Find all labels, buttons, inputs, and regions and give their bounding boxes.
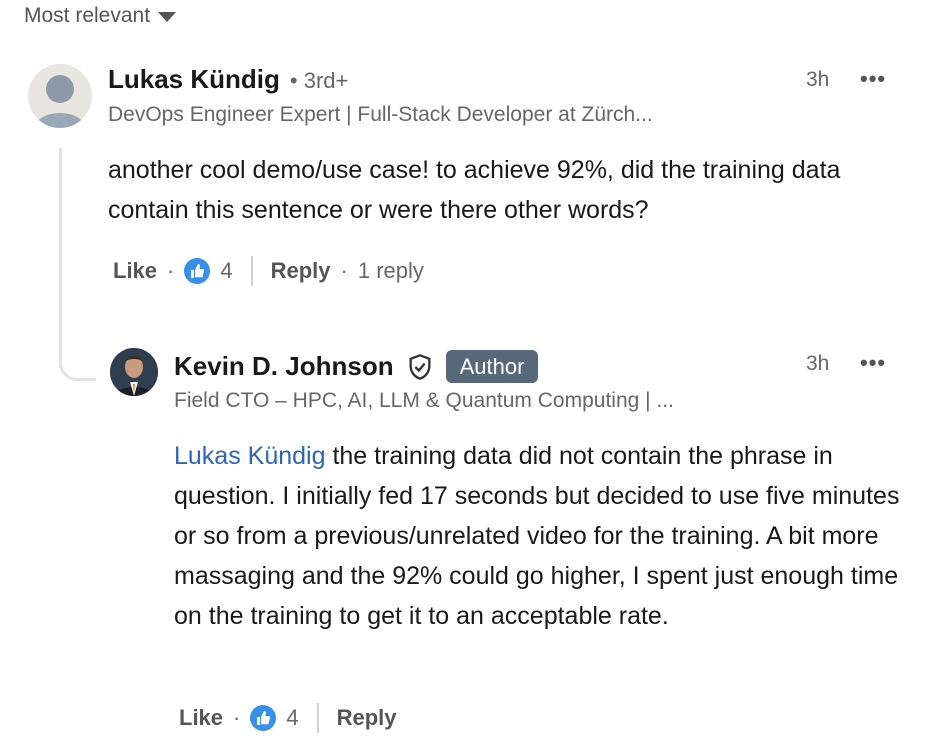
default-avatar-icon	[34, 75, 86, 128]
comment-timestamp: 3h	[806, 68, 830, 91]
reply-text: Lukas Kündig the training data did not c…	[174, 436, 904, 636]
more-icon[interactable]: •••	[860, 66, 886, 92]
chevron-down-icon	[158, 12, 177, 22]
author-headline: Field CTO – HPC, AI, LLM & Quantum Compu…	[174, 389, 674, 412]
avatar[interactable]	[28, 64, 92, 128]
sort-label: Most relevant	[24, 4, 151, 27]
separator-dot: ·	[340, 258, 348, 283]
mention-link[interactable]: Lukas Kündig	[174, 442, 326, 470]
author-name[interactable]: Lukas Kündig	[108, 64, 280, 95]
connection-degree: • 3rd+	[289, 68, 349, 93]
thumbs-up-icon[interactable]	[184, 258, 211, 284]
comment-header: Lukas Kündig • 3rd+	[108, 64, 348, 95]
comment-text: another cool demo/use case! to achieve 9…	[108, 156, 841, 224]
separator-dot: ·	[167, 258, 175, 283]
reaction-count[interactable]: 4	[220, 258, 232, 284]
divider	[316, 703, 319, 733]
author-name[interactable]: Kevin D. Johnson	[174, 351, 394, 382]
like-button[interactable]: Like	[179, 705, 223, 731]
thumbs-up-icon[interactable]	[250, 705, 277, 731]
like-button[interactable]: Like	[113, 258, 157, 284]
reply-body: the training data did not contain the ph…	[174, 442, 900, 630]
reply-actions: Like · 4 Reply	[179, 703, 397, 733]
thread-line	[59, 148, 62, 368]
reply-button[interactable]: Reply	[271, 258, 331, 284]
reaction-count[interactable]: 4	[286, 705, 298, 731]
avatar[interactable]	[110, 348, 158, 396]
author-headline: DevOps Engineer Expert | Full-Stack Deve…	[108, 103, 653, 126]
reply-timestamp: 3h	[806, 352, 830, 375]
comment-actions: Like · 4 Reply · 1 reply	[113, 256, 424, 286]
author-badge: Author	[445, 350, 539, 383]
sort-dropdown[interactable]: Most relevant	[24, 4, 177, 28]
more-icon[interactable]: •••	[860, 350, 886, 376]
verified-shield-icon	[409, 353, 431, 380]
divider	[250, 256, 253, 286]
reply-button[interactable]: Reply	[337, 705, 397, 731]
separator-dot: ·	[233, 705, 241, 730]
reply-header: Kevin D. Johnson Author	[174, 350, 539, 383]
profile-photo-icon	[110, 348, 158, 396]
replies-count[interactable]: 1 reply	[358, 258, 424, 284]
thread-connector	[59, 348, 96, 381]
